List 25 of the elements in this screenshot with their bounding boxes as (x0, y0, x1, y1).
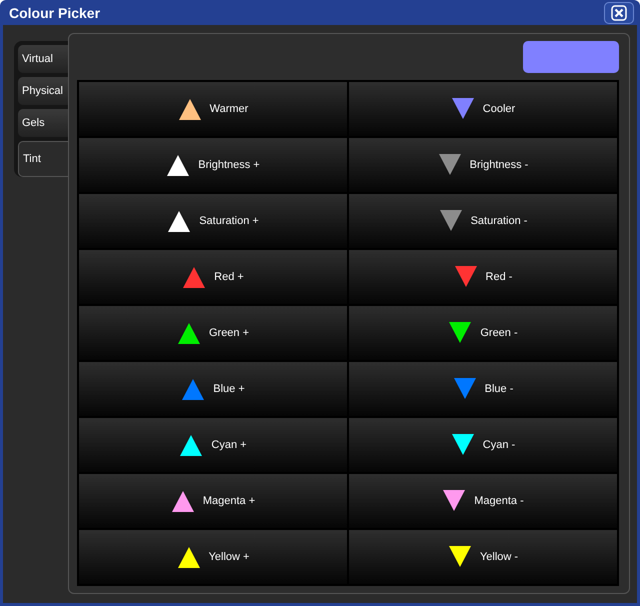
tab[interactable]: Virtual (18, 45, 68, 73)
adjust-button[interactable]: Green - (349, 306, 617, 360)
window-title: Colour Picker (9, 4, 100, 20)
adjust-button[interactable]: Yellow + (79, 530, 347, 584)
adjust-button[interactable]: Warmer (79, 82, 347, 136)
tab[interactable]: Tint (18, 141, 68, 177)
tab[interactable]: Physical (18, 77, 68, 105)
adjust-button[interactable]: Magenta - (349, 474, 617, 528)
close-button[interactable] (604, 2, 634, 24)
tab[interactable]: Gels (18, 109, 68, 137)
adjust-button[interactable]: Magenta + (79, 474, 347, 528)
adjust-button[interactable]: Green + (79, 306, 347, 360)
adjust-button[interactable]: Blue + (79, 362, 347, 416)
adjust-button[interactable]: Cyan - (349, 418, 617, 472)
adjust-button[interactable]: Blue - (349, 362, 617, 416)
adjust-button[interactable]: Saturation + (79, 194, 347, 248)
adjust-button[interactable]: Yellow - (349, 530, 617, 584)
adjust-button[interactable]: Red - (349, 250, 617, 304)
adjust-button[interactable]: Brightness + (79, 138, 347, 192)
adjust-button[interactable]: Red + (79, 250, 347, 304)
adjust-button[interactable]: Cyan + (79, 418, 347, 472)
adjust-button[interactable]: Brightness - (349, 138, 617, 192)
close-icon (611, 4, 627, 20)
adjust-button[interactable]: Cooler (349, 82, 617, 136)
adjust-button[interactable]: Saturation - (349, 194, 617, 248)
